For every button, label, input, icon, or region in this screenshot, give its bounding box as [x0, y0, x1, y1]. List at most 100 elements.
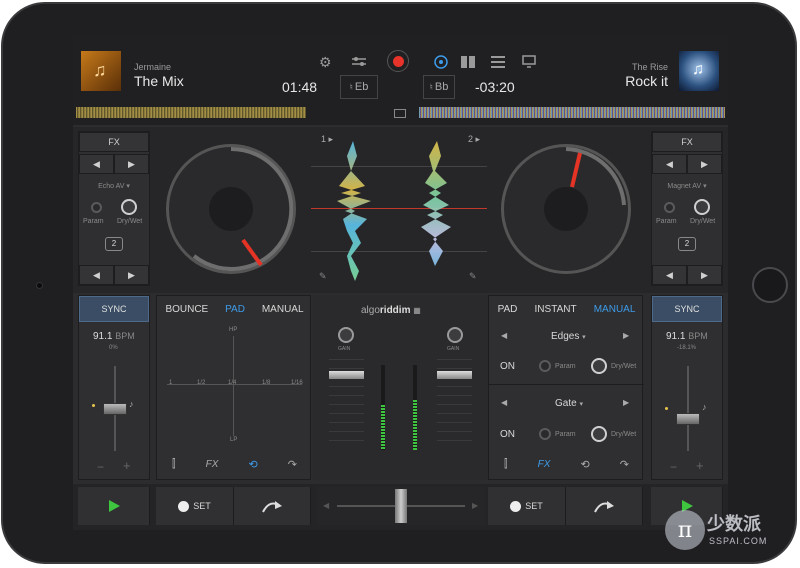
- right-level-meter: [413, 365, 417, 450]
- fx2-prev[interactable]: ◀: [501, 398, 507, 407]
- fx-icon[interactable]: FX: [538, 459, 551, 470]
- home-button[interactable]: [752, 267, 788, 303]
- waveform-toggle-icon[interactable]: [394, 109, 406, 118]
- left-fx-prev[interactable]: ◀: [79, 154, 114, 174]
- xy-scale-2: 1/2: [197, 380, 206, 386]
- loop-icon[interactable]: ⟲: [580, 458, 589, 471]
- left-pitch-down[interactable]: −: [97, 460, 104, 474]
- music-note-icon: ♪: [129, 399, 134, 409]
- left-sync-button[interactable]: SYNC: [79, 296, 149, 322]
- left-drywet-knob[interactable]: [121, 199, 137, 215]
- tab-pad[interactable]: PAD: [498, 304, 518, 315]
- loop-icon[interactable]: ⟲: [248, 458, 257, 471]
- bounce-icon[interactable]: ↷: [288, 458, 297, 471]
- tab-pad[interactable]: PAD: [225, 304, 245, 315]
- fx1-selector[interactable]: Edges ▾: [551, 331, 586, 342]
- right-bounce-button[interactable]: [566, 487, 643, 525]
- fx2-drywet-knob[interactable]: [591, 426, 607, 442]
- left-effect-selector[interactable]: Echo AV ▾: [79, 182, 149, 190]
- left-fx-next[interactable]: ▶: [114, 154, 149, 174]
- fx1-next[interactable]: ▶: [623, 331, 629, 340]
- tab-manual[interactable]: MANUAL: [262, 304, 304, 315]
- right-key-button[interactable]: ♮ Bb: [423, 75, 455, 99]
- right-pitch-down[interactable]: −: [670, 460, 677, 474]
- left-level-fill: [381, 405, 385, 450]
- left-loop-double[interactable]: ▶: [114, 265, 149, 285]
- library-icon[interactable]: [433, 54, 449, 70]
- left-overview-waveform[interactable]: [76, 107, 306, 118]
- eq-icon[interactable]: ⫿: [504, 458, 508, 471]
- right-fx-prev[interactable]: ◀: [652, 154, 687, 174]
- fx1-on-toggle[interactable]: ON: [500, 361, 515, 372]
- bounce-icon[interactable]: ↷: [620, 458, 629, 471]
- left-gain-knob[interactable]: [338, 327, 354, 343]
- repeat-icon: [594, 501, 614, 513]
- fx2-on-toggle[interactable]: ON: [500, 429, 515, 440]
- right-gain-knob[interactable]: [447, 327, 463, 343]
- left-time: 01:48: [282, 79, 318, 95]
- right-loop-halve[interactable]: ◀: [652, 265, 687, 285]
- tab-instant[interactable]: INSTANT: [535, 304, 577, 315]
- tab-manual[interactable]: MANUAL: [594, 304, 636, 315]
- eq-icon[interactable]: ⫿: [172, 458, 176, 471]
- left-loop-halve[interactable]: ◀: [79, 265, 114, 285]
- right-turntable[interactable]: [501, 144, 631, 274]
- crossfader-knob[interactable]: [395, 489, 407, 523]
- grid-icon[interactable]: [461, 56, 475, 68]
- left-channel-fader[interactable]: [329, 371, 364, 380]
- crossfader-right-arrow[interactable]: ▶: [472, 501, 478, 510]
- left-loop-button[interactable]: 2: [105, 237, 123, 251]
- screen-icon[interactable]: [522, 55, 536, 68]
- fx2-param-knob[interactable]: [539, 428, 551, 440]
- fx2-selector[interactable]: Gate ▾: [555, 398, 583, 409]
- crossfader-left-arrow[interactable]: ◀: [323, 501, 329, 510]
- left-edit-icon[interactable]: ✎: [319, 271, 327, 282]
- right-loop-button[interactable]: 2: [678, 237, 696, 251]
- list-icon[interactable]: [491, 56, 505, 68]
- gear-icon[interactable]: ⚙: [319, 54, 332, 71]
- right-effect-selector[interactable]: Magnet AV ▾: [652, 182, 722, 190]
- left-cue-set-button[interactable]: SET: [156, 487, 234, 525]
- left-param-knob[interactable]: [91, 202, 102, 213]
- fx1-param-knob[interactable]: [539, 360, 551, 372]
- right-pitch-fader[interactable]: [676, 412, 700, 425]
- right-cue-set-button[interactable]: SET: [488, 487, 566, 525]
- left-bounce-button[interactable]: [234, 487, 311, 525]
- right-fx-button[interactable]: FX: [652, 132, 722, 152]
- left-pitch: 0%: [109, 345, 118, 351]
- fx1-drywet-knob[interactable]: [591, 358, 607, 374]
- left-artist: Jermaine: [134, 62, 172, 72]
- right-level-fill: [413, 400, 417, 450]
- left-pitch-fader[interactable]: [103, 402, 127, 415]
- right-title: Rock it: [625, 73, 668, 89]
- mixer-icon[interactable]: [351, 55, 367, 68]
- center-waveform-panel[interactable]: 1 ▸ 2 ▸ ✎ ✎: [311, 131, 487, 286]
- tab-bounce[interactable]: BOUNCE: [165, 304, 208, 315]
- right-pitch-up[interactable]: +: [696, 458, 704, 473]
- left-turntable[interactable]: [166, 144, 296, 274]
- left-play-button[interactable]: [78, 487, 150, 525]
- right-fx-next[interactable]: ▶: [687, 154, 722, 174]
- right-sync-button[interactable]: SYNC: [652, 296, 722, 322]
- right-loop-double[interactable]: ▶: [687, 265, 722, 285]
- right-drywet-knob[interactable]: [694, 199, 710, 215]
- fx-icon[interactable]: FX: [206, 459, 219, 470]
- left-drywet-label: Dry/Wet: [117, 218, 143, 225]
- right-pad-toolbar: ⫿ FX ⟲ ↷: [489, 458, 644, 471]
- right-album-art[interactable]: ♫: [679, 51, 719, 91]
- left-fx-button[interactable]: FX: [79, 132, 149, 152]
- right-time: -03:20: [475, 79, 515, 95]
- fx1-prev[interactable]: ◀: [501, 331, 507, 340]
- fx2-next[interactable]: ▶: [623, 398, 629, 407]
- record-button[interactable]: [387, 50, 409, 72]
- right-param-knob[interactable]: [664, 202, 675, 213]
- mixer-panel: algoriddim ▦ GAIN GAIN: [313, 295, 488, 480]
- right-overview-waveform[interactable]: [419, 107, 725, 118]
- music-note-icon: ♪: [702, 402, 707, 412]
- right-channel-fader[interactable]: [437, 371, 472, 380]
- left-pitch-up[interactable]: +: [123, 458, 131, 473]
- waveforms: [337, 141, 451, 281]
- right-edit-icon[interactable]: ✎: [469, 271, 477, 282]
- left-key-button[interactable]: ♮ Eb: [340, 75, 378, 99]
- left-album-art[interactable]: ♫: [81, 51, 121, 91]
